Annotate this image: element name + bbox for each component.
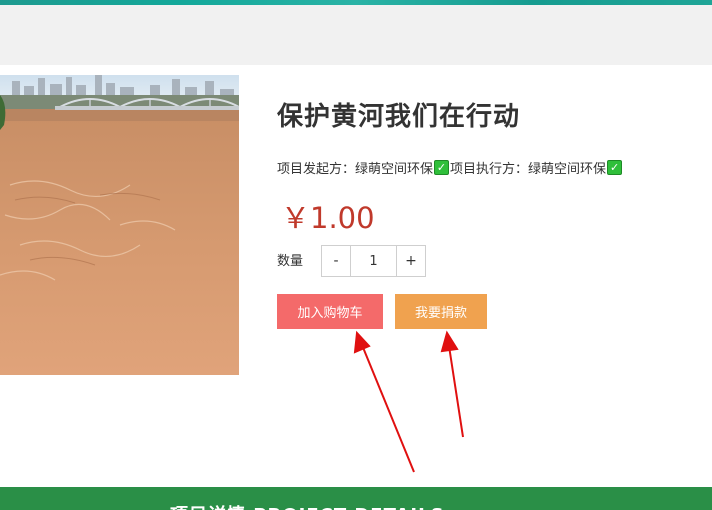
header-bar [0, 5, 712, 65]
verified-check-icon: ✓ [434, 160, 450, 175]
section-title: 项目详情 PROJECT DETAILS [170, 501, 445, 510]
quantity-decrease-button[interactable]: - [322, 246, 351, 276]
quantity-stepper: - + [321, 245, 426, 277]
arrow-to-donate [448, 345, 464, 438]
arrow-head-donate [440, 330, 459, 353]
executor-label: 项目执行方： [450, 162, 529, 177]
add-to-cart-button[interactable]: 加入购物车 [277, 294, 383, 329]
project-parties: 项目发起方： 绿萌空间环保 ✓ 项目执行方： 绿萌空间环保 ✓ [277, 158, 623, 177]
product-image [0, 75, 239, 375]
donate-button[interactable]: 我要捐款 [395, 294, 487, 329]
arrow-to-cart [361, 344, 415, 473]
quantity-label: 数量 [277, 254, 304, 269]
quantity-input[interactable] [351, 246, 396, 276]
page: 保护黄河我们在行动 项目发起方： 绿萌空间环保 ✓ 项目执行方： 绿萌空间环保 … [0, 0, 712, 510]
initiator-label: 项目发起方： [277, 162, 356, 177]
section-header: 项目详情 PROJECT DETAILS [0, 487, 712, 510]
executor-name[interactable]: 绿萌空间环保 [528, 158, 606, 177]
quantity-increase-button[interactable]: + [396, 246, 425, 276]
price: ￥1.00 [281, 201, 375, 235]
arrow-head-cart [353, 330, 371, 354]
product-title: 保护黄河我们在行动 [277, 102, 521, 132]
verified-check-icon: ✓ [607, 160, 623, 175]
initiator-name[interactable]: 绿萌空间环保 [355, 158, 433, 177]
